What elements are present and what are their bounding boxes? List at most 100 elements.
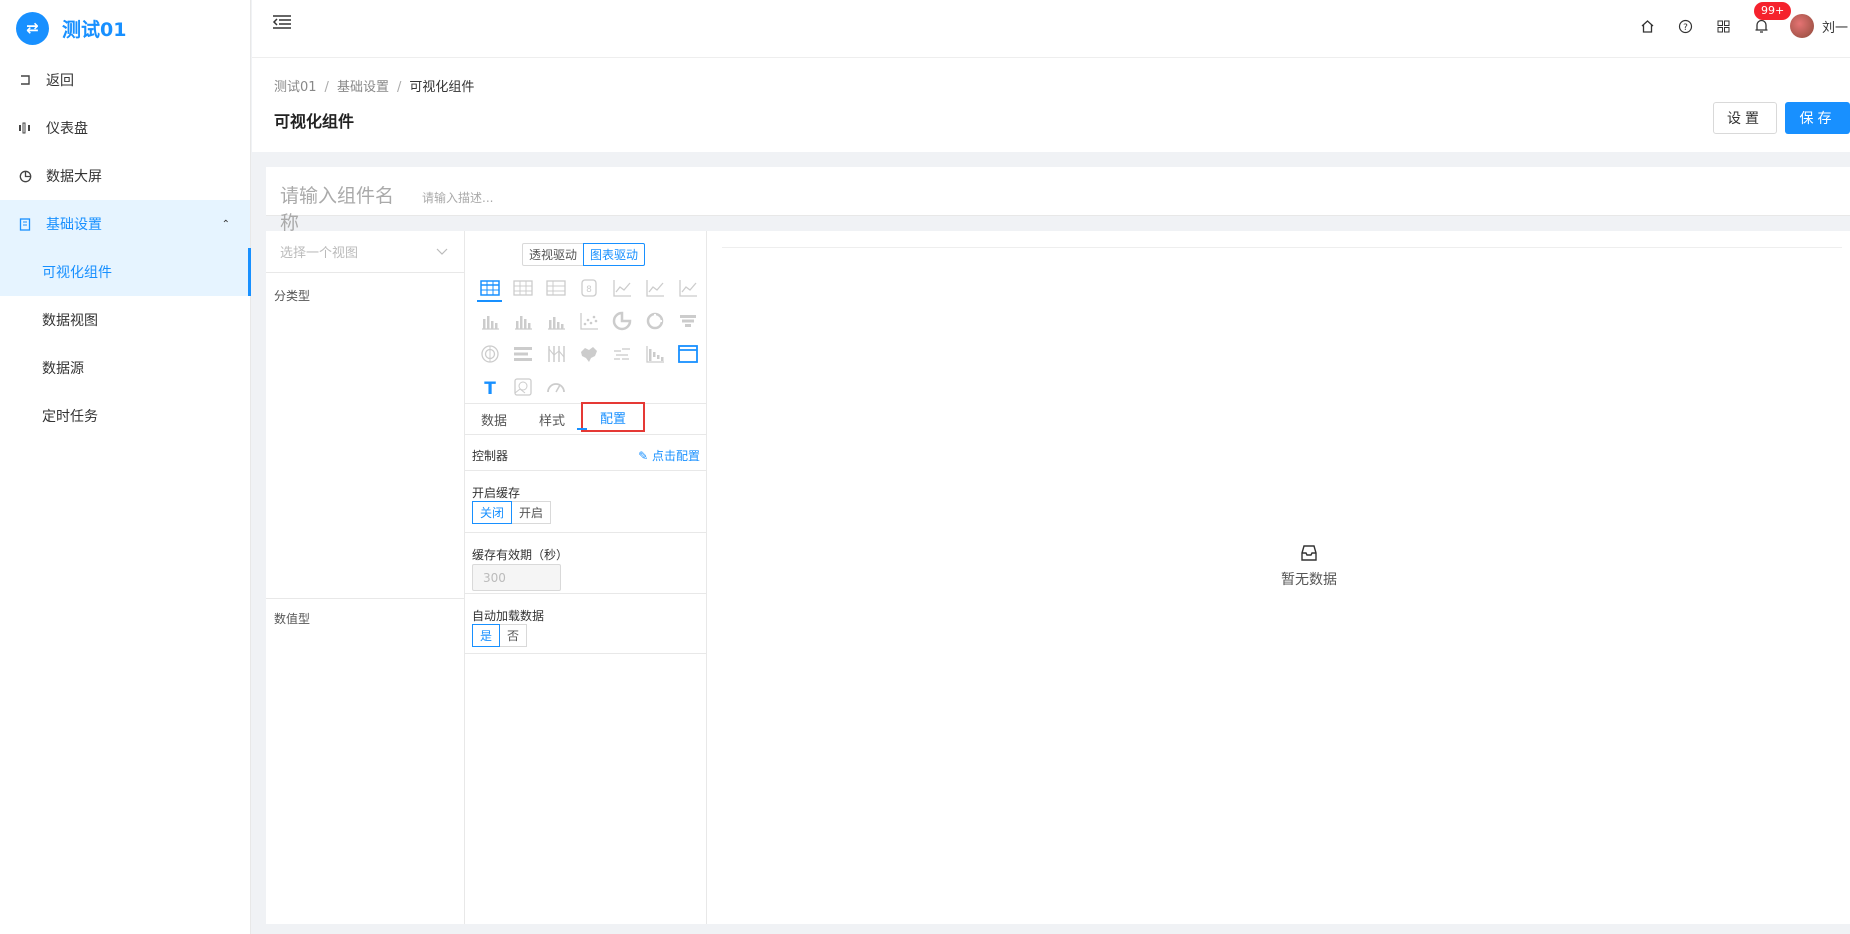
svg-text:T: T <box>484 379 496 398</box>
drive-mode-toggle: 透视驱动 图表驱动 <box>522 243 646 266</box>
donut-chart-icon[interactable] <box>638 304 671 337</box>
autoload-row: 自动加载数据 是 否 <box>465 594 706 654</box>
header-actions: ? 99+ 刘一 <box>1628 0 1850 52</box>
configure-link-label: 点击配置 <box>651 449 700 463</box>
section-divider <box>266 598 464 599</box>
tab-data[interactable]: 数据 <box>465 404 523 434</box>
svg-text:8: 8 <box>586 285 592 295</box>
text-icon[interactable]: T <box>473 370 506 403</box>
area-line-chart-icon[interactable] <box>638 271 671 304</box>
menu-collapse-icon[interactable] <box>272 14 294 34</box>
chart-preview: 暂无数据 <box>708 231 1850 924</box>
view-fields-panel: 选择一个视图 分类型 数值型 <box>266 231 465 924</box>
empty-state-text: 暂无数据 <box>1281 572 1337 588</box>
pie-chart-icon[interactable] <box>605 304 638 337</box>
wordcloud-icon[interactable] <box>605 337 638 370</box>
stacked-bar-chart-icon[interactable] <box>506 304 539 337</box>
sidebar-subitem-label: 数据源 <box>42 361 84 377</box>
cache-off-option[interactable]: 关闭 <box>472 501 513 524</box>
edit-icon: ✎ <box>638 449 649 463</box>
scatter-icon[interactable] <box>572 304 605 337</box>
tab-config[interactable]: 配置 <box>577 402 645 432</box>
cache-expire-input[interactable]: 300 <box>472 564 561 591</box>
pie-icon <box>18 170 32 183</box>
chart-config-panel: 透视驱动 图表驱动 8 T 数据 样式 配置 控制器 ✎ 点击配置 开启缓存 关… <box>465 231 707 924</box>
sidebar-item-basic-settings[interactable]: 基础设置 ⌃ <box>0 200 250 248</box>
cache-expire-row: 缓存有效期（秒） 300 <box>465 533 706 594</box>
bar-chart-icon[interactable] <box>473 304 506 337</box>
empty-state: 暂无数据 <box>1249 543 1369 589</box>
waterfall-icon[interactable] <box>638 337 671 370</box>
cache-row: 开启缓存 关闭 开启 <box>465 471 706 533</box>
gauge-icon[interactable] <box>539 370 572 403</box>
image-icon[interactable] <box>506 370 539 403</box>
component-name-input[interactable]: 请输入组件名称 <box>280 181 412 235</box>
measure-section-label: 数值型 <box>274 612 311 626</box>
top-header: ? 99+ 刘一 <box>252 0 1850 58</box>
save-button[interactable]: 保存 <box>1785 102 1850 134</box>
parallel-icon[interactable] <box>539 337 572 370</box>
sidebar-subitem-label: 数据视图 <box>42 313 98 329</box>
sidebar-item-label: 返回 <box>46 73 74 89</box>
component-name-bar: 请输入组件名称 请输入描述... <box>266 167 1850 234</box>
map-icon[interactable] <box>572 337 605 370</box>
cache-on-option[interactable]: 开启 <box>511 501 552 524</box>
return-icon <box>18 74 32 86</box>
page-header: 测试01/基础设置 / 可视化组件 可视化组件 设置 保存 <box>252 58 1850 152</box>
dimension-section-label: 分类型 <box>274 289 311 303</box>
sidebar-item-label: 基础设置 <box>46 217 102 233</box>
funnel-icon[interactable] <box>671 304 704 337</box>
sidebar-item-data-screen[interactable]: 数据大屏 <box>0 152 250 200</box>
rose-chart-icon[interactable] <box>473 337 506 370</box>
table-icon[interactable] <box>473 271 506 304</box>
sidebar-item-return[interactable]: 返回 <box>0 56 250 104</box>
component-description-input[interactable]: 请输入描述... <box>422 189 493 206</box>
sidebar-item-dashboard[interactable]: 仪表盘 <box>0 104 250 152</box>
breadcrumb: 测试01/基础设置 / 可视化组件 <box>274 80 475 95</box>
autoload-yes-option[interactable]: 是 <box>472 624 501 647</box>
home-icon[interactable] <box>1628 11 1666 41</box>
apps-icon[interactable] <box>1704 11 1742 41</box>
app-logo[interactable]: ⇄ 测试01 <box>0 0 250 56</box>
controller-row: 控制器 ✎ 点击配置 <box>465 435 706 471</box>
sidebar-item-label: 仪表盘 <box>46 121 88 137</box>
settings-button[interactable]: 设置 <box>1713 102 1777 134</box>
sidebar-item-data-views[interactable]: 数据视图 <box>0 296 250 344</box>
book-icon <box>18 217 32 231</box>
configure-link[interactable]: ✎ 点击配置 <box>638 447 700 464</box>
chevron-down-icon <box>436 245 448 259</box>
iframe-icon[interactable] <box>671 337 704 370</box>
notification-bell-icon[interactable]: 99+ <box>1742 2 1792 41</box>
app-title: 测试01 <box>62 18 127 41</box>
page-title: 可视化组件 <box>274 112 355 131</box>
horizontal-bar-icon[interactable] <box>506 337 539 370</box>
sidebar-item-visual-components[interactable]: 可视化组件 <box>0 248 251 296</box>
pivot-table-icon[interactable] <box>506 271 539 304</box>
notification-badge: 99+ <box>1754 2 1792 20</box>
autoload-no-option[interactable]: 否 <box>499 624 528 647</box>
sidebar-item-label: 数据大屏 <box>46 169 102 185</box>
line-chart-icon[interactable] <box>605 271 638 304</box>
sidebar-menu: 返回 仪表盘 数据大屏 基础设置 ⌃ 可视化组件 数据视图 数据源 定时任务 <box>0 56 251 440</box>
tab-style[interactable]: 样式 <box>523 404 581 434</box>
cache-expire-label: 缓存有效期（秒） <box>472 548 569 562</box>
number-card-icon[interactable]: 8 <box>572 271 605 304</box>
help-icon[interactable]: ? <box>1666 11 1704 41</box>
step-line-chart-icon[interactable] <box>671 271 704 304</box>
breadcrumb-item[interactable]: 基础设置 <box>337 80 389 95</box>
avatar[interactable] <box>1790 14 1814 38</box>
chart-drive-option[interactable]: 图表驱动 <box>583 243 646 266</box>
cache-label: 开启缓存 <box>472 486 521 500</box>
sidebar-item-scheduled-tasks[interactable]: 定时任务 <box>0 392 250 440</box>
breadcrumb-item[interactable]: 测试01 <box>274 80 317 95</box>
user-name[interactable]: 刘一 <box>1822 17 1848 36</box>
grid-table-icon[interactable] <box>539 271 572 304</box>
sidebar-item-data-sources[interactable]: 数据源 <box>0 344 250 392</box>
view-select[interactable]: 选择一个视图 <box>266 231 464 273</box>
app-logo-icon: ⇄ <box>16 11 49 45</box>
dashboard-icon <box>18 122 32 134</box>
autoload-toggle: 是 否 <box>472 624 528 647</box>
grouped-bar-chart-icon[interactable] <box>539 304 572 337</box>
pivot-drive-option[interactable]: 透视驱动 <box>522 243 585 266</box>
editor-workspace: 选择一个视图 分类型 数值型 透视驱动 图表驱动 8 T 数据 样式 配置 控制… <box>266 231 1850 924</box>
